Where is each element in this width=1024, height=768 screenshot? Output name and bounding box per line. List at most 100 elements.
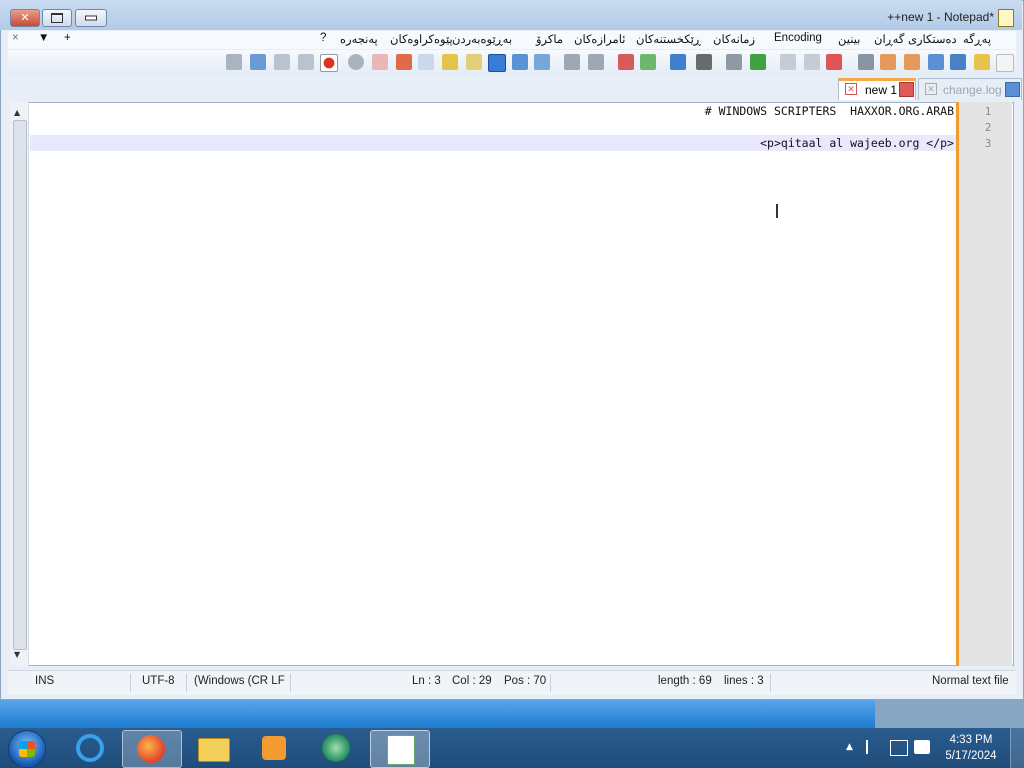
sync-scroll-icon[interactable] (534, 54, 550, 70)
show-hidden-icons[interactable]: ▲ (846, 742, 853, 752)
maximize-button[interactable] (42, 9, 72, 27)
taskbar-explorer[interactable] (184, 730, 242, 766)
taskbar-firefox[interactable] (122, 730, 182, 768)
tab-label: new 1 (865, 83, 898, 97)
file-type-status: Normal text file (932, 675, 1009, 687)
word-wrap-icon[interactable] (488, 54, 506, 72)
show-all-chars-icon[interactable] (512, 54, 528, 70)
redo-icon[interactable] (670, 54, 686, 70)
new-tab-icon[interactable]: + (64, 32, 71, 44)
menu-encoding[interactable]: Encoding (774, 32, 822, 44)
close-doc-icon[interactable]: × (12, 32, 19, 44)
taskbar-notepadpp[interactable] (370, 730, 430, 768)
taskbar-app[interactable] (308, 730, 366, 766)
menu-view[interactable]: بینین (838, 32, 860, 46)
menu-edit[interactable]: دەستکاری (908, 32, 957, 46)
length-status: length : 69 (658, 675, 712, 687)
toolbar (8, 50, 1016, 76)
tab-new1[interactable]: ✕ new 1 (838, 78, 916, 100)
print-icon[interactable] (804, 54, 820, 70)
tab-strip: ✕ new 1 ✕ change.log (8, 78, 1022, 100)
system-clock[interactable]: 4:33 PM 5/17/2024 (940, 732, 1002, 764)
flag-icon[interactable] (866, 740, 882, 754)
clock-time: 4:33 PM (949, 734, 993, 746)
menu-bar: × ▼ + پەڕگە دەستکاری گەڕان بینین Encodin… (8, 31, 1016, 49)
dropdown-icon[interactable]: ▼ (38, 32, 49, 44)
line-number: 1 (984, 105, 992, 118)
open-folder-icon[interactable] (974, 54, 990, 70)
record-macro-icon[interactable] (320, 54, 338, 72)
taskbar-ie[interactable] (60, 730, 118, 766)
menu-settings[interactable]: ڕێکخستنەکان (636, 32, 701, 46)
title-bar[interactable] (0, 0, 1022, 30)
desktop-strip (0, 700, 875, 728)
taskbar-media-player[interactable] (246, 730, 304, 766)
window-title: ++new 1 - Notepad* (887, 10, 994, 24)
network-icon[interactable] (890, 740, 908, 756)
new-doc-icon[interactable] (996, 54, 1014, 72)
desktop-strip-right (875, 700, 1024, 728)
scroll-down-icon[interactable]: ▼ (14, 650, 20, 659)
zoom-out-icon[interactable] (564, 54, 580, 70)
folder-icon (198, 738, 230, 762)
volume-muted-icon[interactable] (914, 740, 930, 754)
vertical-scrollbar[interactable]: ▲ ▼ (10, 102, 29, 666)
internet-explorer-icon (76, 734, 104, 762)
user-language-icon[interactable] (442, 54, 458, 70)
code-line-3[interactable]: <p>qitaal al wajeeb.org </p> (760, 136, 954, 150)
undo-icon[interactable] (696, 54, 712, 70)
insert-mode[interactable]: INS (35, 675, 54, 687)
menu-run[interactable]: بەڕێوەبەردن (452, 32, 512, 46)
play-macro-icon[interactable] (274, 54, 290, 70)
line-number: 2 (984, 121, 992, 134)
close-button[interactable]: ✕ (10, 9, 40, 27)
cut-icon[interactable] (780, 54, 796, 70)
menu-search[interactable]: گەڕان (874, 32, 904, 46)
tab-close-icon[interactable]: ✕ (845, 83, 857, 95)
close-all-icon[interactable] (826, 54, 842, 70)
encoding-status[interactable]: UTF-8 (142, 675, 175, 687)
copy-icon[interactable] (750, 54, 766, 70)
clock-date: 5/17/2024 (945, 750, 997, 762)
line-number-gutter: 1 2 3 (956, 102, 1012, 666)
replace-icon[interactable] (618, 54, 634, 70)
doc-map-icon[interactable] (348, 54, 364, 70)
status-bar: INS UTF-8 (Windows (CR LF Ln : 3 Col : 2… (8, 670, 1016, 695)
tab-close-icon[interactable]: ✕ (925, 83, 937, 95)
stop-macro-icon[interactable] (298, 54, 314, 70)
menu-plugins[interactable]: پێوەکراوەکان (390, 32, 453, 46)
code-line-1[interactable]: # WINDOWS SCRIPTERS HAXXOR.ORG.ARAB (705, 104, 954, 118)
start-button[interactable] (8, 730, 46, 768)
open-icon[interactable] (928, 54, 944, 70)
menu-help[interactable]: ? (320, 32, 326, 44)
menu-file[interactable]: پەڕگە (963, 32, 991, 46)
function-list-icon[interactable] (372, 54, 388, 70)
show-desktop-button[interactable] (1010, 728, 1024, 768)
minimize-button[interactable] (75, 9, 107, 27)
save-icon[interactable] (904, 54, 920, 70)
find-icon[interactable] (640, 54, 656, 70)
menu-macro[interactable]: ماکرۆ (536, 32, 563, 46)
save-all-icon[interactable] (880, 54, 896, 70)
tab-changelog[interactable]: ✕ change.log (918, 78, 1022, 100)
editor-area[interactable] (10, 102, 1014, 666)
unsaved-file-icon (899, 82, 914, 97)
folder-workspace-icon[interactable] (396, 54, 412, 70)
zoom-in-icon[interactable] (588, 54, 604, 70)
line-number: 3 (984, 137, 992, 150)
menu-window[interactable]: پەنجەرە (340, 32, 378, 46)
indent-guide-icon[interactable] (466, 54, 482, 70)
scrollbar-thumb[interactable] (13, 120, 27, 650)
new-file-icon[interactable] (950, 54, 966, 70)
close-icon[interactable] (858, 54, 874, 70)
eol-status[interactable]: (Windows (CR LF (194, 675, 285, 687)
doc-list-icon[interactable] (418, 54, 434, 70)
macro-playback-icon[interactable] (226, 54, 242, 70)
restore-icon (51, 13, 63, 23)
menu-tools[interactable]: ئامرازەکان (574, 32, 625, 46)
menu-language[interactable]: زمانەکان (713, 32, 755, 46)
run-macro-multiple-icon[interactable] (250, 54, 266, 70)
saved-file-icon (1005, 82, 1020, 97)
paste-icon[interactable] (726, 54, 742, 70)
scroll-up-icon[interactable]: ▲ (14, 108, 20, 117)
